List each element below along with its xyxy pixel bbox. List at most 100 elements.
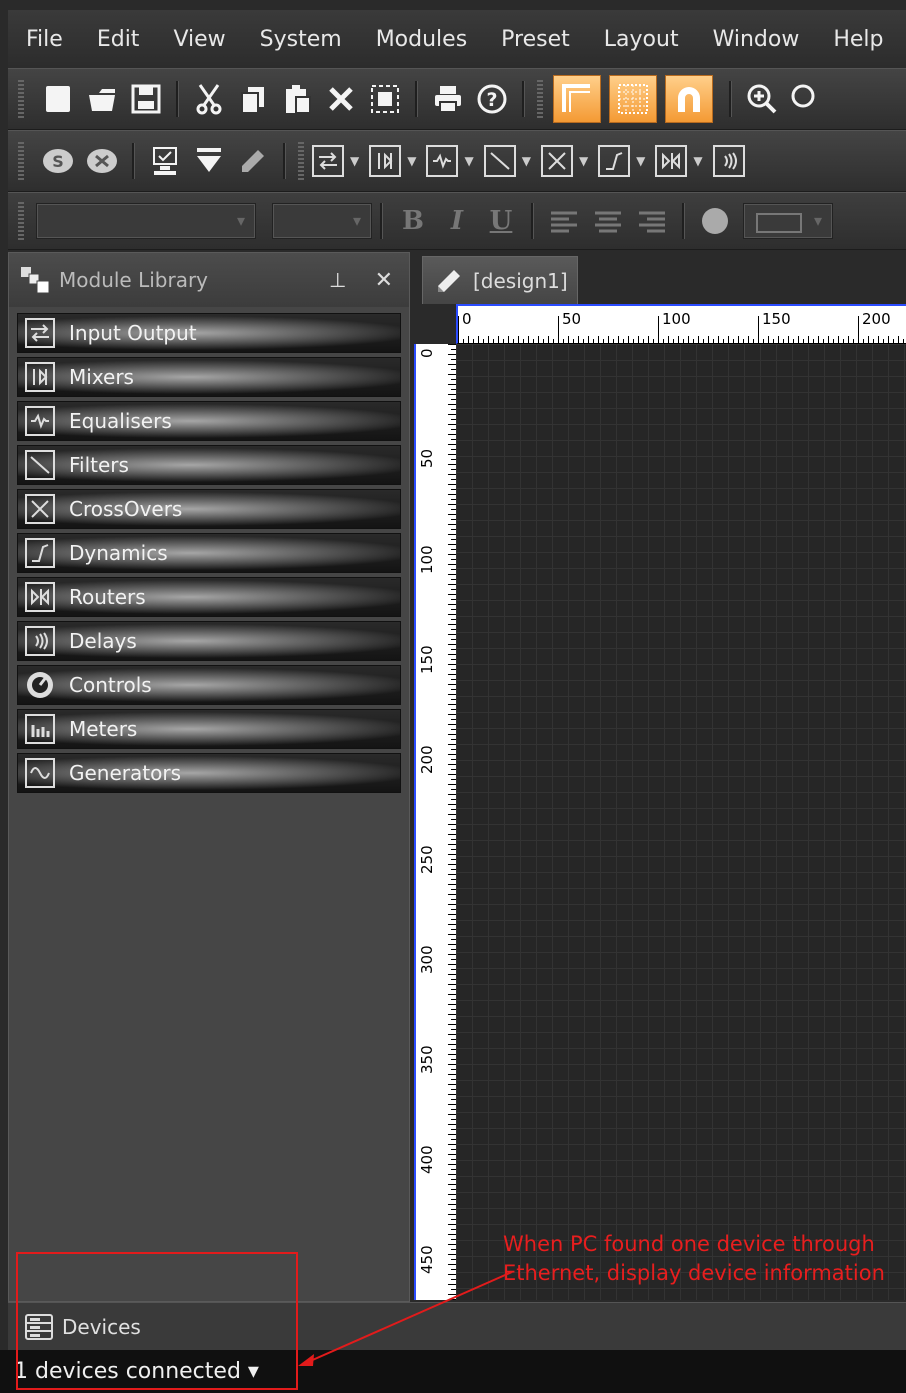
toolbar-separator xyxy=(283,143,286,179)
chevron-down-icon[interactable]: ▼ xyxy=(579,154,588,168)
vertical-ruler: 0 50 100 150 200 250 300 350 400 450 xyxy=(414,344,456,1300)
library-item-generators[interactable]: Generators xyxy=(17,753,401,793)
document-tab-bar: [design1] xyxy=(410,252,906,304)
chevron-down-icon[interactable]: ▼ xyxy=(350,154,359,168)
close-icon[interactable]: ✕ xyxy=(375,268,393,293)
menu-edit[interactable]: Edit xyxy=(79,27,156,52)
pin-icon[interactable]: ⊥ xyxy=(329,268,346,292)
ruler-tick-label: 300 xyxy=(418,945,436,974)
copy-icon[interactable] xyxy=(231,77,275,121)
chevron-down-icon[interactable]: ▼ xyxy=(693,154,702,168)
toolbar-grip[interactable] xyxy=(537,80,543,118)
design-canvas[interactable] xyxy=(456,344,906,1300)
crossovers-toolbar-button[interactable]: ▼ xyxy=(540,145,588,177)
mixers-toolbar-button[interactable]: ▼ xyxy=(369,145,416,177)
library-item-mixers[interactable]: Mixers xyxy=(17,357,401,397)
font-family-select[interactable] xyxy=(36,203,256,239)
grid-icon[interactable] xyxy=(609,75,657,123)
toolbar-separator xyxy=(531,203,534,239)
delays-toolbar-button[interactable] xyxy=(712,145,745,177)
compile-icon[interactable]: S xyxy=(36,139,80,183)
dynamics-toolbar-button[interactable]: ▼ xyxy=(598,145,645,177)
library-item-crossovers[interactable]: CrossOvers xyxy=(17,489,401,529)
tab-design1[interactable]: [design1] xyxy=(422,256,578,304)
ruler-tick-label: 100 xyxy=(418,545,436,574)
menu-modules[interactable]: Modules xyxy=(358,27,483,52)
ruler-tick-label: 200 xyxy=(418,745,436,774)
menu-file[interactable]: File xyxy=(8,27,79,52)
help-icon[interactable]: ? xyxy=(470,77,514,121)
new-file-icon[interactable] xyxy=(36,77,80,121)
library-item-dynamics[interactable]: Dynamics xyxy=(17,533,401,573)
library-item-label: Input Output xyxy=(69,321,197,345)
toolbar-grip[interactable] xyxy=(298,142,304,180)
device-icon[interactable] xyxy=(143,139,187,183)
line-style-select[interactable] xyxy=(743,203,833,239)
equalisers-toolbar-button[interactable]: ▼ xyxy=(426,145,474,177)
snap-to-grid-icon[interactable] xyxy=(553,75,601,123)
crossover-icon xyxy=(25,494,55,524)
input-output-icon xyxy=(312,145,344,177)
italic-icon[interactable]: I xyxy=(435,206,479,236)
align-center-icon[interactable] xyxy=(586,199,630,243)
menu-system[interactable]: System xyxy=(242,27,358,52)
print-icon[interactable] xyxy=(426,77,470,121)
toolbar-separator xyxy=(176,81,179,117)
filters-toolbar-button[interactable]: ▼ xyxy=(483,145,531,177)
rectangle-shape-icon xyxy=(756,213,802,233)
library-item-filters[interactable]: Filters xyxy=(17,445,401,485)
select-all-icon[interactable] xyxy=(363,77,407,121)
font-size-select[interactable] xyxy=(272,203,372,239)
align-left-icon[interactable] xyxy=(542,199,586,243)
toolbar-grip[interactable] xyxy=(18,80,24,118)
chevron-down-icon[interactable]: ▼ xyxy=(464,154,473,168)
routers-toolbar-button[interactable]: ▼ xyxy=(655,145,703,177)
menu-window[interactable]: Window xyxy=(695,27,816,52)
library-item-meters[interactable]: Meters xyxy=(17,709,401,749)
toolbar-grip[interactable] xyxy=(18,142,24,180)
magnet-icon[interactable] xyxy=(665,75,713,123)
paste-icon[interactable] xyxy=(275,77,319,121)
menu-help[interactable]: Help xyxy=(815,27,899,52)
download-icon[interactable] xyxy=(187,139,231,183)
library-item-equalisers[interactable]: Equalisers xyxy=(17,401,401,441)
module-toolbar: S ▼ ▼ ▼ ▼ ▼ ▼ ▼ xyxy=(8,130,906,192)
toolbar-separator xyxy=(380,203,383,239)
dynamics-icon xyxy=(25,538,55,568)
library-item-label: CrossOvers xyxy=(69,497,183,521)
fill-color-icon[interactable] xyxy=(693,199,737,243)
disconnect-icon[interactable] xyxy=(80,139,124,183)
chevron-down-icon[interactable]: ▼ xyxy=(522,154,531,168)
save-icon[interactable] xyxy=(124,77,168,121)
input-output-toolbar-button[interactable]: ▼ xyxy=(312,145,359,177)
zoom-out-icon[interactable] xyxy=(784,77,828,121)
delete-icon[interactable] xyxy=(319,77,363,121)
open-folder-icon[interactable] xyxy=(80,77,124,121)
underline-icon[interactable]: U xyxy=(479,206,523,236)
library-item-input-output[interactable]: Input Output xyxy=(17,313,401,353)
cut-icon[interactable] xyxy=(187,77,231,121)
chevron-down-icon[interactable]: ▼ xyxy=(407,154,416,168)
module-library-icon xyxy=(19,265,53,295)
menu-view[interactable]: View xyxy=(155,27,241,52)
ruler-tick-label: 50 xyxy=(418,448,436,468)
toolbar-separator xyxy=(522,81,525,117)
align-right-icon[interactable] xyxy=(630,199,674,243)
chevron-down-icon[interactable]: ▼ xyxy=(636,154,645,168)
ruler-tick-label: 250 xyxy=(418,845,436,874)
standard-toolbar: ? xyxy=(8,68,906,130)
filter-icon xyxy=(483,145,516,177)
library-item-routers[interactable]: Routers xyxy=(17,577,401,617)
zoom-in-icon[interactable] xyxy=(740,77,784,121)
svg-text:?: ? xyxy=(486,89,497,111)
meter-icon xyxy=(25,714,55,744)
bold-icon[interactable]: B xyxy=(391,206,435,236)
edit-icon[interactable] xyxy=(231,139,275,183)
menu-layout[interactable]: Layout xyxy=(586,27,695,52)
toolbar-grip[interactable] xyxy=(18,202,24,240)
library-item-controls[interactable]: Controls xyxy=(17,665,401,705)
library-item-label: Equalisers xyxy=(69,409,172,433)
library-item-delays[interactable]: Delays xyxy=(17,621,401,661)
menu-bar: File Edit View System Modules Preset Lay… xyxy=(8,10,906,68)
menu-preset[interactable]: Preset xyxy=(483,27,586,52)
